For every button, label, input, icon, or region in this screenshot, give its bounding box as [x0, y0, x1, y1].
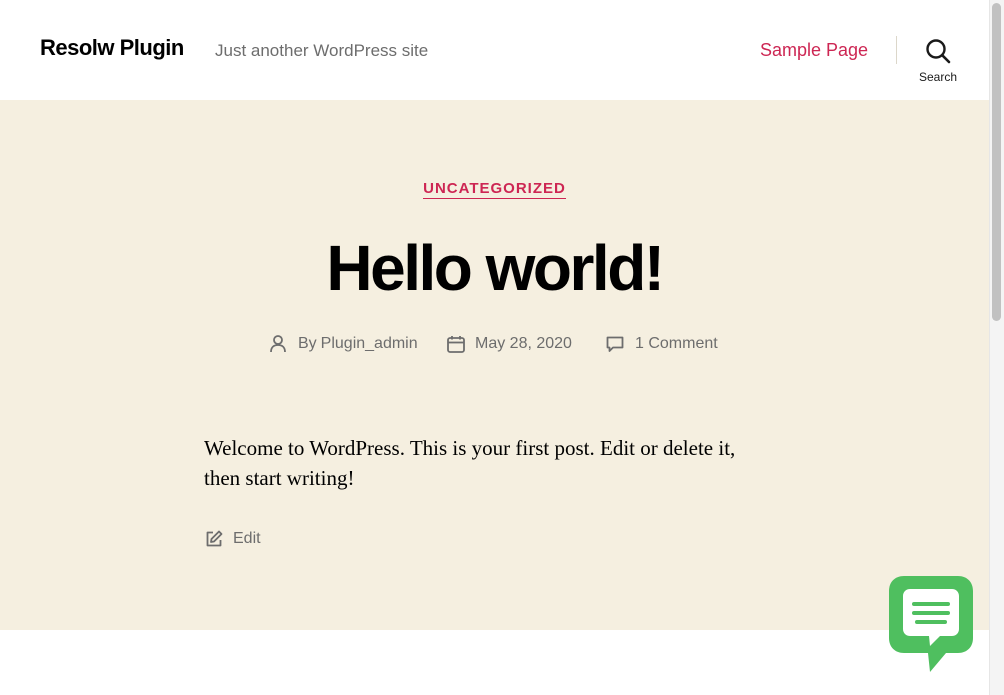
post-content-line: then start writing! — [204, 466, 355, 490]
header-divider — [896, 36, 897, 64]
search-toggle-button[interactable]: Search — [912, 36, 964, 88]
edit-post-link[interactable]: Edit — [204, 528, 261, 550]
date-link[interactable]: May 28, 2020 — [475, 335, 572, 353]
edit-label: Edit — [233, 530, 261, 547]
post-entry-header: UNCATEGORIZED Hello world! By Plugin_adm… — [0, 100, 989, 630]
edit-icon — [206, 530, 223, 547]
search-label: Search — [918, 70, 958, 84]
post-meta: By Plugin_admin May 28, 2020 1 Comment — [0, 332, 989, 356]
user-icon — [270, 335, 286, 353]
author-prefix: By — [298, 335, 317, 352]
calendar-icon — [447, 336, 465, 353]
browser-viewport: Resolw Plugin Just another WordPress sit… — [0, 0, 1004, 695]
post-content-line: Welcome to WordPress. This is your first… — [204, 436, 736, 460]
author-link[interactable]: Plugin_admin — [321, 335, 418, 353]
comments-link[interactable]: 1 Comment — [635, 335, 718, 353]
post-comments: 1 Comment — [605, 332, 718, 356]
scrollbar-thumb[interactable] — [992, 3, 1001, 321]
search-icon — [926, 39, 951, 64]
chat-bubble-icon — [889, 576, 973, 672]
post-content: Welcome to WordPress. This is your first… — [204, 433, 789, 493]
comment-icon — [606, 336, 624, 352]
post-author: By Plugin_admin — [268, 332, 418, 356]
post-date: May 28, 2020 — [446, 332, 572, 356]
category-link-uncategorized[interactable]: UNCATEGORIZED — [423, 180, 566, 199]
site-header: Resolw Plugin Just another WordPress sit… — [0, 0, 989, 100]
nav-item-sample-page[interactable]: Sample Page — [760, 40, 868, 61]
post-category: UNCATEGORIZED — [0, 180, 989, 199]
post-title: Hello world! — [326, 232, 665, 304]
site-title[interactable]: Resolw Plugin — [40, 35, 184, 61]
site-description: Just another WordPress site — [215, 41, 429, 60]
chat-widget-button[interactable] — [884, 574, 976, 678]
